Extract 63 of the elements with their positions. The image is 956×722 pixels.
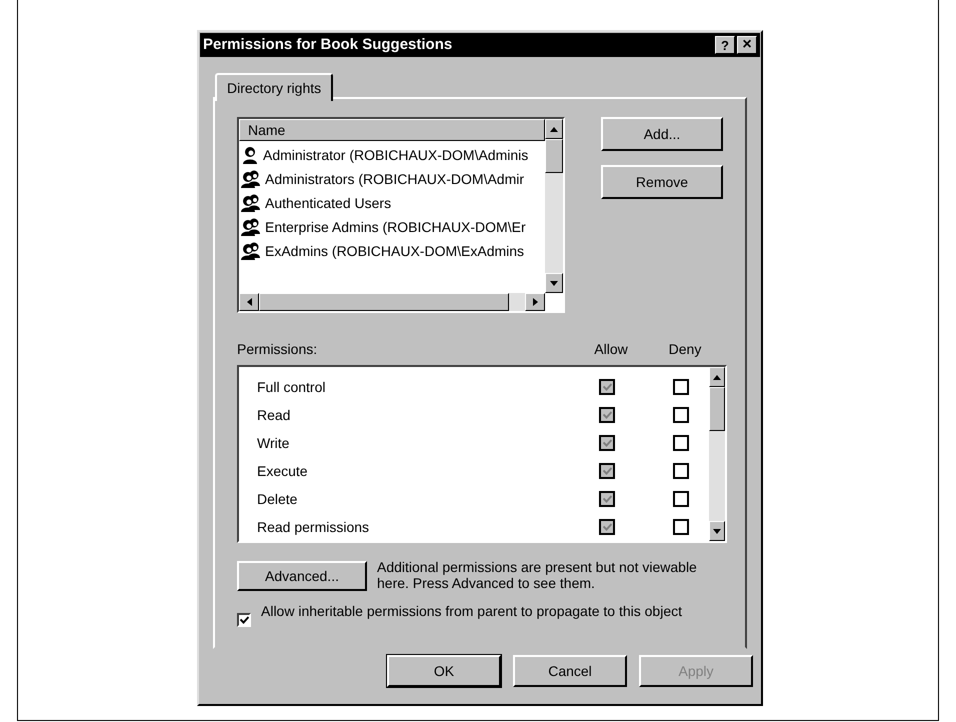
- list-item[interactable]: Administrators (ROBICHAUX-DOM\Admir: [265, 168, 524, 190]
- down-arrow-icon: [713, 528, 721, 534]
- vertical-scrollbar[interactable]: [709, 367, 725, 541]
- checkbox[interactable]: [673, 407, 689, 423]
- dialog-button[interactable]: Remove: [601, 165, 723, 199]
- checkbox[interactable]: [673, 435, 689, 451]
- up-arrow-icon: [713, 374, 721, 380]
- dialog-button[interactable]: Add...: [601, 117, 723, 151]
- group-icon: [241, 194, 261, 212]
- right-arrow-icon: [532, 298, 538, 306]
- scroll-down-button[interactable]: [709, 521, 725, 541]
- list-item[interactable]: Administrator (ROBICHAUX-DOM\Adminis: [263, 144, 528, 166]
- column-header: Allow: [593, 340, 629, 358]
- up-arrow-icon: [550, 126, 558, 132]
- check-icon: [602, 411, 612, 419]
- close-button[interactable]: ×: [737, 36, 757, 54]
- check-icon: [602, 439, 612, 447]
- scroll-up-button[interactable]: [545, 119, 563, 139]
- check-icon: [602, 467, 612, 475]
- window-title: Permissions for Book Suggestions: [203, 34, 454, 55]
- column-header[interactable]: Name: [239, 119, 545, 141]
- down-arrow-icon: [550, 280, 558, 286]
- check-icon: [240, 616, 248, 624]
- permission-name: Delete: [256, 490, 298, 508]
- info-text: Additional permissions are present but not viewable here. Press Advanced to see them.: [377, 559, 698, 591]
- scroll-left-button[interactable]: [239, 293, 259, 311]
- group-icon: [241, 242, 261, 260]
- horizontal-scrollbar[interactable]: [239, 293, 545, 311]
- dialog-button[interactable]: OK: [387, 655, 501, 687]
- left-arrow-icon: [246, 298, 252, 306]
- scroll-thumb[interactable]: [709, 387, 725, 431]
- group-icon: [241, 218, 261, 236]
- check-icon: [602, 495, 612, 503]
- vertical-scrollbar[interactable]: [545, 119, 563, 293]
- group-icon: [241, 170, 261, 188]
- scroll-thumb[interactable]: [259, 293, 509, 311]
- permission-name: Read: [256, 406, 292, 424]
- permission-name: Read permissions: [256, 518, 370, 537]
- scroll-down-button[interactable]: [545, 273, 563, 293]
- permission-name: Execute: [256, 462, 309, 480]
- user-icon: [241, 146, 259, 164]
- checkbox[interactable]: [673, 519, 689, 535]
- advanced-button[interactable]: Advanced...: [237, 561, 367, 591]
- permissions-label: Permissions:: [237, 340, 318, 358]
- column-header: Deny: [668, 340, 702, 359]
- check-icon: [602, 383, 612, 391]
- scroll-right-button[interactable]: [525, 293, 545, 311]
- checkbox[interactable]: [673, 491, 689, 507]
- list-item[interactable]: Authenticated Users: [265, 192, 392, 214]
- permission-name: Write: [256, 434, 290, 452]
- checkbox-label: Allow inheritable permissions from parent to propagate to this object: [261, 603, 683, 619]
- check-icon: [602, 523, 612, 531]
- dialog-button[interactable]: Cancel: [513, 655, 627, 687]
- inherit-checkbox[interactable]: [237, 613, 251, 627]
- tab[interactable]: Directory rights: [215, 73, 334, 101]
- list-item[interactable]: Enterprise Admins (ROBICHAUX-DOM\Er: [265, 216, 526, 238]
- permission-name: Full control: [256, 378, 326, 396]
- scroll-thumb[interactable]: [545, 139, 563, 173]
- checkbox[interactable]: [673, 463, 689, 479]
- checkbox[interactable]: [673, 379, 689, 395]
- help-button[interactable]: ?: [715, 36, 735, 54]
- scroll-up-button[interactable]: [709, 367, 725, 387]
- list-item[interactable]: ExAdmins (ROBICHAUX-DOM\ExAdmins: [265, 240, 524, 262]
